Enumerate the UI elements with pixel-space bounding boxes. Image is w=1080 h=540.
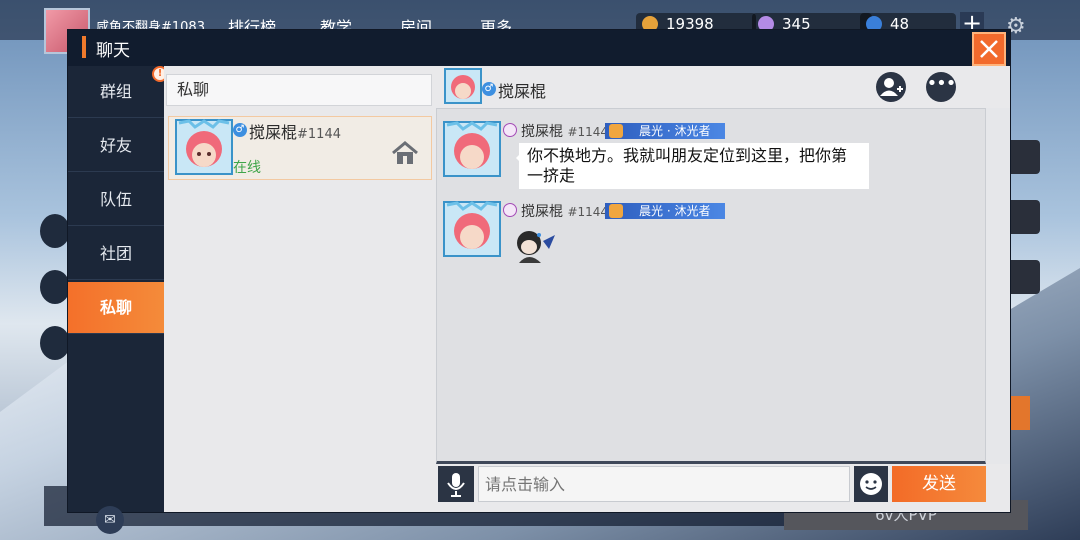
emoji-icon [860,473,882,495]
sender-name: 搅屎棍 #1144 [521,124,609,140]
sender-avatar[interactable] [443,201,501,257]
title-accent-bar [82,36,86,58]
contact-id: #1144 [297,127,341,142]
voice-input-button[interactable] [438,466,474,502]
male-gender-icon: ♂ [482,82,496,96]
sender-title-badge: 晨光 · 沐光者 [605,203,725,219]
send-button[interactable]: 发送 [892,466,986,502]
sender-name: 搅屎棍 #1144 [521,204,609,220]
title-emblem-icon [609,124,623,138]
left-side-button[interactable] [40,214,70,248]
message-list[interactable]: 搅屎棍 #1144 晨光 · 沐光者 你不换地方。我就叫朋友定位到这里，把你第一… [436,108,986,464]
sender-title-badge: 晨光 · 沐光者 [605,123,725,139]
nav-item-team[interactable]: 队伍 [68,174,164,226]
add-user-icon [880,78,903,96]
conversation-avatar[interactable] [444,68,482,104]
contact-name: 搅屎棍#1144 [249,123,341,142]
right-side-button[interactable] [1006,200,1040,234]
nav-item-private[interactable]: 私聊 [68,282,164,334]
emoji-button[interactable] [854,466,888,502]
home-icon[interactable] [391,141,419,165]
contact-list: 私聊 ♂ 搅屎棍#1144 在线 [164,66,436,512]
dialog-title: 聊天 [96,41,130,61]
sticker-image [517,231,555,263]
message-bubble: 你不换地方。我就叫朋友定位到这里，把你第一挤走 [516,143,869,189]
conversation-header: ♂ 搅屎棍 ••• [436,66,1010,108]
conversation-name: 搅屎棍 [498,82,547,101]
chat-bubble-icon[interactable]: ✉ [96,506,124,534]
message-input[interactable] [478,466,850,502]
add-friend-button[interactable] [876,72,906,102]
nav-item-group[interactable]: 群组 [68,66,164,118]
male-gender-icon: ♂ [233,123,247,137]
right-side-button[interactable] [1006,140,1040,174]
right-side-orange-button[interactable] [1010,396,1030,430]
more-icon: ••• [926,73,957,94]
contact-avatar[interactable] [175,119,233,175]
nav-item-friends[interactable]: 好友 [68,120,164,172]
sender-avatar[interactable] [443,121,501,177]
dialog-header: 聊天 [68,30,1010,66]
contact-list-header: 私聊 [166,74,432,106]
microphone-icon [447,473,465,497]
chat-dialog: 聊天 群组 好友 队伍 社团 私聊 ! ✉ 私聊 ♂ 搅屎棍#1144 在线 ♂… [68,30,1010,534]
right-side-button[interactable] [1006,260,1040,294]
nav-item-club[interactable]: 社团 [68,228,164,280]
title-emblem-icon [609,204,623,218]
online-status: 在线 [233,160,261,176]
title-eye-icon [503,123,517,137]
left-side-button[interactable] [40,326,70,360]
message-input-bar: 发送 [436,464,1010,512]
title-eye-icon [503,203,517,217]
contact-item[interactable]: ♂ 搅屎棍#1144 在线 [168,116,432,180]
close-button[interactable] [972,32,1006,66]
left-side-button[interactable] [40,270,70,304]
chat-channel-nav: 群组 好友 队伍 社团 私聊 ! ✉ [68,66,168,534]
more-options-button[interactable]: ••• [926,72,956,102]
close-icon [980,40,998,58]
